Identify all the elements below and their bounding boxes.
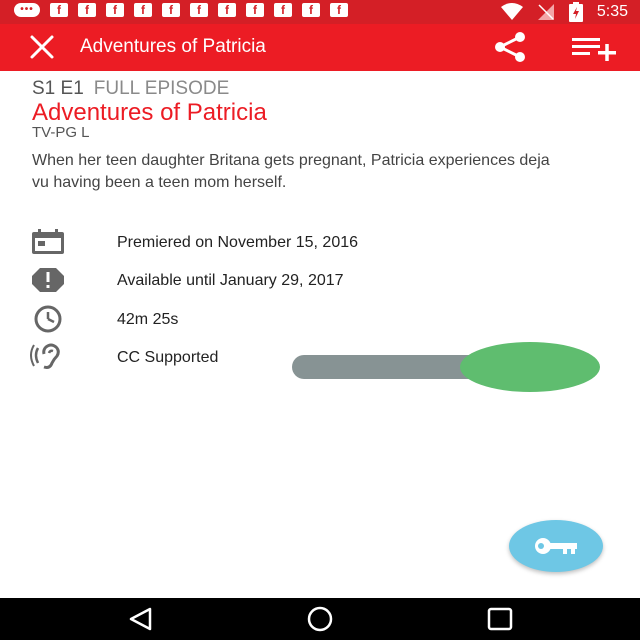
messenger-icon: ••• [14,3,40,17]
episode-kind: FULL EPISODE [93,78,230,99]
episode-code: S1 E1 [32,78,84,99]
facebook-icon: f [106,3,124,17]
duration-text: 42m 25s [117,311,179,328]
key-icon [535,538,577,554]
availability-row: Available until January 29, 2017 [30,266,470,296]
facebook-icon: f [218,3,236,17]
clock-icon [34,305,62,333]
back-triangle-icon [129,607,152,631]
app-title: Adventures of Patricia [80,36,266,57]
wifi-icon [500,3,523,20]
cc-toggle-thumb[interactable] [460,342,600,392]
cc-text: CC Supported [117,349,219,366]
status-bar: ••• f f f f f f f f f f f 5:35 [0,0,640,24]
recents-button[interactable] [480,604,520,634]
playlist-add-icon [572,38,616,61]
facebook-icon: f [78,3,96,17]
hearing-icon [30,343,60,369]
facebook-icon: f [302,3,320,17]
signal-icon [537,4,554,20]
system-nav-bar [0,598,640,640]
content-rating: TV-PG L [32,124,90,141]
episode-description: When her teen daughter Britana gets preg… [32,152,550,191]
alert-octagon-icon [32,268,64,292]
cc-toggle[interactable] [290,340,602,394]
calendar-icon [32,229,64,254]
facebook-icon: f [50,3,68,17]
recents-square-icon [487,607,513,631]
premiered-text: Premiered on November 15, 2016 [117,234,359,251]
duration-row: 42m 25s [30,305,470,335]
unlock-fab-button[interactable] [509,520,603,572]
add-to-playlist-button[interactable] [568,34,620,62]
home-button[interactable] [300,604,340,634]
facebook-icon: f [190,3,208,17]
notification-icons: ••• f f f f f f f f f f f [14,3,348,17]
home-circle-icon [307,606,333,632]
back-button[interactable] [120,604,160,634]
episode-meta: S1 E1 FULL EPISODE [32,78,229,100]
battery-icon [568,2,583,22]
facebook-icon: f [274,3,292,17]
facebook-icon: f [162,3,180,17]
close-button[interactable] [24,32,60,62]
share-icon [495,32,525,62]
share-button[interactable] [490,32,530,62]
availability-text: Available until January 29, 2017 [117,272,344,289]
app-bar: Adventures of Patricia [0,24,640,71]
clock-time: 5:35 [596,3,628,20]
premiered-row: Premiered on November 15, 2016 [30,228,470,258]
facebook-icon: f [330,3,348,17]
facebook-icon: f [246,3,264,17]
facebook-icon: f [134,3,152,17]
close-icon [30,35,54,59]
episode-title: Adventures of Patricia [32,99,267,126]
